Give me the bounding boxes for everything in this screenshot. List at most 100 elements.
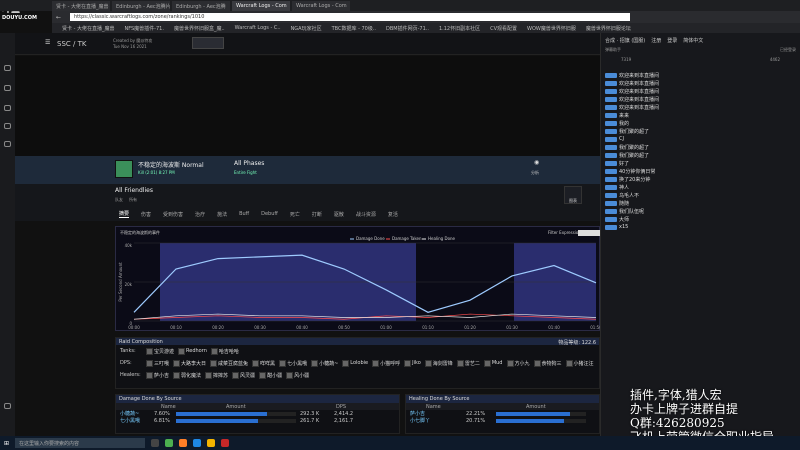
member-chip[interactable]: 七小黑哦 [279,359,307,367]
col-dps[interactable]: DPS [316,404,376,410]
member-chip[interactable]: 三叮哦 [146,359,169,367]
member-chip[interactable]: 弱化魔法 [173,371,201,379]
level-badge [605,176,617,182]
member-chip[interactable]: Jiko [404,359,421,367]
bookmark-item[interactable]: 魔兽世界怀旧服盒_魔.. [174,25,225,32]
class-icon [565,359,573,367]
member-chip[interactable]: 小糖蔬~ [311,359,338,367]
member-chip[interactable]: 宝贝游迹 [146,347,174,355]
member-chip[interactable]: 哈吉哈哈 [210,347,239,355]
member-chip[interactable]: 小猫呼呼 [372,359,400,367]
bag-icon[interactable] [4,123,11,129]
tab-1[interactable]: 伤害 [141,211,151,218]
col-amount[interactable]: Amount [466,404,586,410]
x-tick: 00:10 [170,325,182,330]
tab-3[interactable]: 治疗 [195,211,205,218]
member-chip[interactable]: Lolobie [342,359,368,367]
tab-10[interactable]: 战斗资源 [356,211,376,218]
table-row[interactable]: 小糖蔬~ 7.60% 292.3 K 2,414.2 [116,410,399,418]
bookmark-item[interactable]: CV观看配置 [490,25,517,32]
add-icon[interactable] [4,403,11,409]
table-view-button[interactable]: 图表 [564,186,582,204]
tab-8[interactable]: 打断 [312,211,322,218]
member-chip[interactable]: 方小九 [506,359,530,367]
eye-icon[interactable]: ◉ [534,159,539,166]
bookmark-item[interactable]: TBC数据库 - 70级.. [332,25,376,32]
member-chip[interactable]: 风灵疆 [232,371,255,379]
phases-select[interactable]: All Phases [234,160,264,167]
member-chip[interactable]: 酣小疆 [259,371,282,379]
browser-tab[interactable]: Warcraft Logs - Com [292,1,350,11]
nav-label[interactable]: SSC / TK [57,40,86,48]
browser-tab[interactable]: Edinburgh - Aec泡腾 [172,1,230,11]
table-row[interactable]: 小七脚丫 20.71% [406,417,599,424]
tab-4[interactable]: 施法 [217,211,227,218]
member-chip[interactable]: 大路李大日 [173,359,206,367]
star-icon[interactable] [4,85,11,91]
member-chip[interactable]: Mud [483,359,503,367]
bookmark-item[interactable]: DBM插件网页-71.. [386,25,429,32]
view-label[interactable]: 分析 [531,170,539,176]
taskview-icon[interactable] [151,439,160,447]
bookmark-item[interactable]: WOW魔兽世界怀旧服 [527,25,576,32]
class-icon [533,359,541,367]
bookmark-item[interactable]: NFS魔兽插件-71. [124,25,163,32]
tab-9[interactable]: 驱散 [334,211,344,218]
edge-icon[interactable] [193,439,202,447]
browser-tab[interactable]: Warcraft Logs - Com [232,1,290,11]
tab-5[interactable]: Buff [239,211,249,217]
register-link[interactable]: 注册 [651,37,661,44]
media-icon[interactable] [221,439,230,447]
bookmark-item[interactable]: NGA玩家社区 [291,25,322,32]
chat-text: x15 [619,224,629,230]
browser-tab[interactable]: Edinburgh - Aec泡腾片 [112,1,170,11]
menu-icon[interactable]: ☰ [45,39,50,46]
col-amount[interactable]: Amount [176,404,316,410]
back-icon[interactable]: ← [56,14,61,21]
member-chip[interactable]: 海剑雷锋 [424,359,453,367]
fight-title[interactable]: 不稳定的海波斯 Normal [138,160,204,169]
tab-11[interactable]: 复活 [388,211,398,218]
history-icon[interactable] [4,65,11,71]
member-chip[interactable]: 咩咩黑 [252,359,275,367]
folder-icon[interactable] [207,439,216,447]
composition-title-text: Raid Composition [119,339,163,345]
bookmark-item[interactable]: 1.12怀旧副本社区 [439,25,480,32]
col-name[interactable]: Name [406,404,466,410]
bar-track [496,411,586,416]
lang-select[interactable]: 简体中文 [683,37,703,44]
member-chip[interactable]: 咸菜豆腐蓝兔 [210,359,248,367]
member-chip[interactable]: 雷艺二 [456,359,480,367]
bookmark-item[interactable]: 贤卡 - 大佬在直播_魔兽 [62,25,114,32]
tab-7[interactable]: 死亡 [290,211,300,218]
col-name[interactable]: Name [116,404,176,410]
windows-icon[interactable]: ⊞ [4,440,9,447]
search-icon[interactable] [4,105,11,111]
box-icon[interactable] [4,141,11,147]
copy-button[interactable] [192,37,224,49]
member-chip[interactable]: Redhorn [178,347,207,355]
member-chip[interactable]: 摔摔苏 [205,371,228,379]
bookmark-item[interactable]: 魔兽世界怀旧服论坛 [586,25,631,32]
url-input[interactable]: https://classic.warcraftlogs.com/zone/ra… [70,13,630,21]
tab-2[interactable]: 受到伤害 [163,211,183,218]
chrome-icon[interactable] [165,439,174,447]
region-label[interactable]: 合成 · 招旗 (国服) [605,37,645,44]
tab-6[interactable]: Debuff [261,211,278,217]
chat-line: 来来 [605,111,796,119]
app-icon[interactable] [179,439,188,447]
browser-tab[interactable]: 贤卡 - 大佬在直播_魔兽 [52,1,110,11]
chat-line: 我们聚的超了 [605,143,796,151]
member-chip[interactable]: 小猪汪汪 [565,359,594,367]
friendlies-select[interactable]: All Friendlies [115,187,153,194]
level-badge [605,120,617,126]
login-link[interactable]: 登录 [667,37,677,44]
member-chip[interactable]: 风小疆 [286,371,309,379]
bookmark-item[interactable]: Warcraft Logs - C.. [235,25,281,31]
table-row[interactable]: 萨小吉 22.21% [406,410,599,417]
tab-0[interactable]: 摘要 [119,210,130,218]
table-row[interactable]: 七小黑哦 6.81% 261.7 K 2,161.7 [116,417,399,425]
taskbar-search[interactable]: 在这里输入你要搜索的内容 [15,438,146,448]
member-chip[interactable]: 食物狗三 [533,359,562,367]
member-chip[interactable]: 萨小吉 [146,371,169,379]
